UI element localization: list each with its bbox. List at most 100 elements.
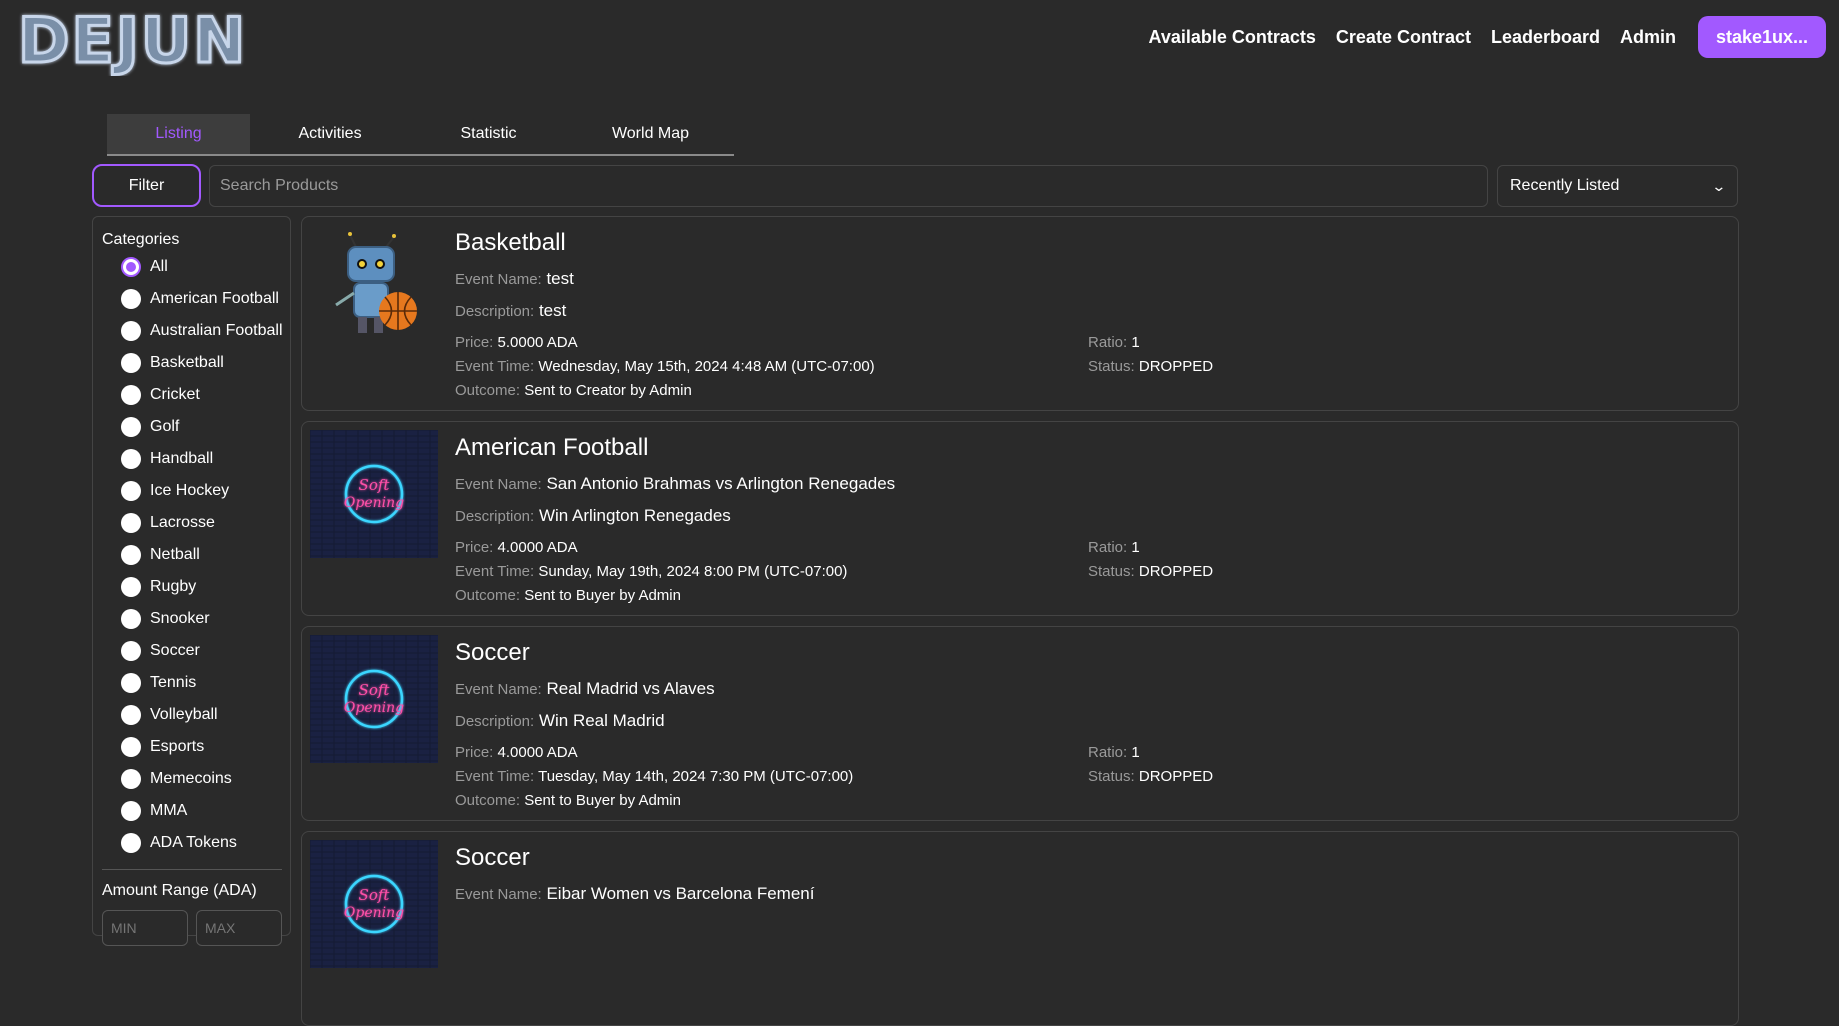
description-value: Win Real Madrid [538, 711, 665, 730]
status-row: Status: DROPPED [1088, 563, 1213, 580]
category-radio[interactable] [121, 577, 141, 597]
product-card[interactable]: Soft Opening American Football Event Name: … [301, 421, 1739, 616]
svg-text:Soft: Soft [359, 681, 391, 699]
ratio-row: Ratio: 1 [1088, 334, 1140, 351]
category-label: Australian Football [150, 322, 283, 339]
ratio-value: 1 [1131, 744, 1140, 761]
product-card[interactable]: Soft Opening Soccer Event Name: Eibar Women… [301, 831, 1739, 1026]
nav-available-contracts[interactable]: Available Contracts [1149, 27, 1316, 48]
sort-select[interactable]: Recently Listed ⌄ [1497, 165, 1738, 207]
description-row: Description: test [455, 301, 566, 321]
ratio-label: Ratio: [1088, 744, 1128, 761]
event-name-label: Event Name: [455, 476, 542, 493]
category-option[interactable]: Memecoins [102, 763, 290, 795]
product-image [310, 225, 438, 353]
category-option[interactable]: Golf [102, 411, 290, 443]
product-card[interactable]: Soft Opening Soccer Event Name: Real Madrid… [301, 626, 1739, 821]
product-title: American Football [455, 434, 649, 461]
chevron-down-icon: ⌄ [1711, 177, 1727, 194]
categories-title: Categories [102, 231, 180, 248]
category-radio[interactable] [121, 449, 141, 469]
status-value: DROPPED [1138, 563, 1214, 580]
product-card[interactable]: Basketball Event Name: test Description: t… [301, 216, 1739, 411]
min-amount-input[interactable] [102, 910, 188, 946]
category-radio[interactable] [121, 417, 141, 437]
category-radio[interactable] [121, 801, 141, 821]
category-option[interactable]: Lacrosse [102, 507, 290, 539]
nav-leaderboard[interactable]: Leaderboard [1491, 27, 1600, 48]
category-option[interactable]: Volleyball [102, 699, 290, 731]
event-name-row: Event Name: San Antonio Brahmas vs Arlin… [455, 474, 895, 494]
category-option[interactable]: Ice Hockey [102, 475, 290, 507]
category-option[interactable]: Rugby [102, 571, 290, 603]
event-time-label: Event Time: [455, 563, 535, 580]
category-label: Tennis [150, 674, 197, 691]
product-image: SoftOpening [310, 430, 438, 558]
price-value: 4.0000 ADA [497, 744, 578, 761]
price-row: Price: 5.0000 ADA [455, 334, 578, 351]
tab-listing[interactable]: Listing [107, 114, 250, 154]
category-radio[interactable] [121, 641, 141, 661]
svg-text:Soft: Soft [359, 886, 391, 904]
category-radio[interactable] [121, 545, 141, 565]
svg-text:Opening: Opening [344, 700, 404, 716]
category-radio[interactable] [121, 833, 141, 853]
category-radio[interactable] [121, 705, 141, 725]
category-radio[interactable] [121, 513, 141, 533]
category-option[interactable]: All [102, 251, 290, 283]
filter-button[interactable]: Filter [92, 164, 201, 207]
status-row: Status: DROPPED [1088, 358, 1213, 375]
category-radio[interactable] [121, 609, 141, 629]
outcome-row: Outcome: Sent to Buyer by Admin [455, 792, 681, 809]
category-option[interactable]: Basketball [102, 347, 290, 379]
outcome-label: Outcome: [455, 792, 521, 809]
event-name-label: Event Name: [455, 886, 542, 903]
category-option[interactable]: Handball [102, 443, 290, 475]
tab-world-map[interactable]: World Map [567, 114, 734, 154]
tab-statistic[interactable]: Statistic [410, 114, 567, 154]
event-time-label: Event Time: [455, 768, 535, 785]
category-option[interactable]: Esports [102, 731, 290, 763]
category-option[interactable]: American Football [102, 283, 290, 315]
max-amount-input[interactable] [196, 910, 282, 946]
category-radio[interactable] [121, 385, 141, 405]
category-radio[interactable] [121, 321, 141, 341]
category-option[interactable]: Netball [102, 539, 290, 571]
category-option[interactable]: Soccer [102, 635, 290, 667]
svg-text:Opening: Opening [344, 905, 404, 921]
category-label: American Football [150, 290, 279, 307]
status-label: Status: [1088, 358, 1135, 375]
description-label: Description: [455, 303, 535, 320]
description-value: test [538, 301, 567, 320]
amount-range-title: Amount Range (ADA) [102, 882, 257, 899]
wallet-button[interactable]: stake1ux... [1698, 16, 1826, 58]
category-radio[interactable] [121, 257, 141, 277]
price-row: Price: 4.0000 ADA [455, 744, 578, 761]
amount-range-inputs [102, 910, 290, 946]
view-tabs: Listing Activities Statistic World Map [107, 114, 734, 156]
header: DEJUN Available Contracts Create Contrac… [0, 0, 1839, 78]
category-radio[interactable] [121, 481, 141, 501]
category-radio[interactable] [121, 737, 141, 757]
price-label: Price: [455, 744, 494, 761]
tab-activities[interactable]: Activities [250, 114, 410, 154]
category-radio[interactable] [121, 289, 141, 309]
category-option[interactable]: MMA [102, 795, 290, 827]
category-label: Ice Hockey [150, 482, 230, 499]
product-image: SoftOpening [310, 635, 438, 763]
nav-create-contract[interactable]: Create Contract [1336, 27, 1471, 48]
category-option[interactable]: Cricket [102, 379, 290, 411]
category-radio[interactable] [121, 353, 141, 373]
category-option[interactable]: ADA Tokens [102, 827, 290, 859]
category-option[interactable]: Snooker [102, 603, 290, 635]
description-row: Description: Win Real Madrid [455, 711, 665, 731]
category-radio[interactable] [121, 673, 141, 693]
status-row: Status: DROPPED [1088, 768, 1213, 785]
category-option[interactable]: Tennis [102, 667, 290, 699]
status-value: DROPPED [1138, 768, 1214, 785]
dejun-logo[interactable]: DEJUN [14, 4, 296, 76]
search-input[interactable] [209, 165, 1488, 207]
category-option[interactable]: Australian Football [102, 315, 290, 347]
category-radio[interactable] [121, 769, 141, 789]
nav-admin[interactable]: Admin [1620, 27, 1676, 48]
